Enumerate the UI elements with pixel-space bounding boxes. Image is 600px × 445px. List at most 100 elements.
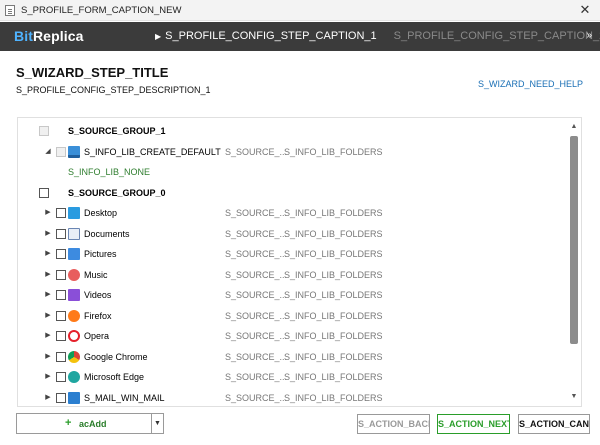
item-checkbox[interactable] — [56, 372, 66, 382]
form-icon — [5, 5, 15, 16]
item-source: S_SOURCE_... — [225, 372, 288, 382]
step-description: S_PROFILE_CONFIG_STEP_DESCRIPTION_1 — [16, 85, 211, 95]
tree-row[interactable]: S_INFO_LIB_NONE — [18, 162, 566, 182]
add-button-label: acAdd — [79, 419, 107, 429]
item-label: Music — [84, 269, 108, 280]
close-icon[interactable]: ✕ — [577, 2, 593, 18]
tree-row[interactable]: ▶ Opera S_SOURCE_... S_INFO_LIB_FOLDERS — [18, 326, 566, 346]
item-label: Google Chrome — [84, 351, 148, 362]
item-checkbox[interactable] — [56, 290, 66, 300]
expander-open-icon[interactable]: ◢ — [43, 146, 53, 158]
videos-icon — [68, 289, 80, 301]
step-title: S_WIZARD_STEP_TITLE — [16, 65, 169, 80]
expander-icon[interactable]: ▶ — [43, 269, 53, 281]
need-help-link[interactable]: S_WIZARD_NEED_HELP — [478, 79, 583, 89]
step-caption-1[interactable]: S_PROFILE_CONFIG_STEP_CAPTION_1 — [165, 30, 377, 42]
chrome-icon — [68, 350, 80, 363]
group-checkbox[interactable] — [39, 126, 49, 136]
step-caption-2[interactable]: S_PROFILE_CONFIG_STEP_CAPTION_2 — [394, 30, 600, 42]
info-note: S_INFO_LIB_NONE — [68, 167, 151, 177]
item-source: S_SOURCE_... — [225, 269, 288, 280]
item-checkbox[interactable] — [56, 331, 66, 341]
tree-scrollbar[interactable]: ▲ ▼ — [567, 118, 581, 406]
opera-icon — [68, 330, 80, 342]
expander-icon[interactable]: ▶ — [43, 351, 53, 363]
item-label: Desktop — [84, 208, 118, 218]
scroll-down-icon[interactable]: ▼ — [567, 390, 581, 404]
more-steps-icon[interactable]: » — [586, 30, 592, 41]
tree-row[interactable]: ▶ Music S_SOURCE_... S_INFO_LIB_FOLDERS — [18, 265, 566, 285]
tree-row[interactable]: ▶ Documents S_SOURCE_... S_INFO_LIB_FOLDERS — [18, 224, 566, 244]
brand-logo: BitReplica — [14, 28, 84, 44]
tree-row[interactable]: S_SOURCE_GROUP_0 — [18, 183, 566, 203]
edge-icon — [68, 371, 80, 383]
monitor-icon — [68, 145, 80, 158]
item-label: Pictures — [84, 249, 117, 259]
item-label: Microsoft Edge — [84, 372, 145, 382]
item-label: Documents — [84, 228, 130, 239]
add-dropdown-toggle[interactable]: ▼ — [151, 413, 164, 434]
wizard-steps: ▶ S_PROFILE_CONFIG_STEP_CAPTION_1 S_PROFIL… — [155, 30, 600, 42]
expander-icon[interactable]: ▶ — [43, 310, 53, 322]
tree-row[interactable]: ◢ S_INFO_LIB_CREATE_DEFAULT S_SOURCE_... S_… — [18, 142, 566, 162]
window-title: S_PROFILE_FORM_CAPTION_NEW — [21, 5, 182, 16]
music-icon — [68, 268, 80, 281]
pictures-icon — [68, 248, 80, 260]
item-source: S_SOURCE_... — [225, 290, 288, 300]
item-folders: S_INFO_LIB_FOLDERS — [284, 228, 383, 239]
expander-icon[interactable]: ▶ — [43, 330, 53, 342]
item-source: S_SOURCE_... — [225, 392, 288, 403]
next-button[interactable]: S_ACTION_NEXT — [437, 414, 510, 434]
back-button[interactable]: S_ACTION_BACK — [357, 414, 430, 434]
group-label: S_SOURCE_GROUP_0 — [68, 187, 166, 198]
item-checkbox[interactable] — [56, 310, 66, 321]
expander-icon[interactable]: ▶ — [43, 392, 53, 404]
item-label: Firefox — [84, 310, 112, 321]
item-folders: S_INFO_LIB_FOLDERS — [284, 249, 383, 259]
item-source: S_SOURCE_... — [225, 208, 288, 218]
item-checkbox[interactable] — [56, 208, 66, 218]
add-button[interactable]: + acAdd — [16, 413, 152, 434]
tree-row[interactable]: ▶ Desktop S_SOURCE_... S_INFO_LIB_FOLDERS — [18, 203, 566, 223]
tree-row[interactable]: ▲S_SOURCE_GROUP_1 — [18, 121, 566, 141]
item-folders: S_INFO_LIB_FOLDERS — [284, 310, 383, 321]
item-source: S_SOURCE_... — [225, 351, 288, 362]
scroll-up-icon[interactable]: ▲ — [567, 120, 581, 134]
expander-icon[interactable]: ▶ — [43, 228, 53, 240]
item-folders: S_INFO_LIB_FOLDERS — [284, 290, 383, 300]
cancel-button[interactable]: S_ACTION_CANCEL — [518, 414, 590, 434]
tree-row[interactable]: ▶ Pictures S_SOURCE_... S_INFO_LIB_FOLDERS — [18, 244, 566, 264]
item-folders: S_INFO_LIB_FOLDERS — [284, 372, 383, 382]
expander-icon[interactable]: ▶ — [43, 371, 53, 383]
item-checkbox[interactable] — [56, 228, 66, 239]
tree-row[interactable]: ▶ Videos S_SOURCE_... S_INFO_LIB_FOLDERS — [18, 285, 566, 305]
item-source: S_SOURCE_... — [225, 331, 288, 341]
desktop-folder-icon — [68, 207, 80, 219]
item-checkbox[interactable] — [56, 392, 66, 403]
item-label: S_MAIL_WIN_MAIL — [84, 392, 165, 403]
group-checkbox[interactable] — [39, 187, 49, 198]
source-tree: ▲S_SOURCE_GROUP_1◢S_INFO_LIB_CREATE_DEFA… — [17, 117, 582, 407]
firefox-icon — [68, 309, 80, 322]
group-label: S_SOURCE_GROUP_1 — [68, 126, 166, 136]
tree-row[interactable]: ▶ Microsoft Edge S_SOURCE_... S_INFO_LIB_FO… — [18, 367, 566, 387]
item-folders: S_INFO_LIB_FOLDERS — [284, 269, 383, 280]
window-titlebar: S_PROFILE_FORM_CAPTION_NEW ✕ — [0, 0, 600, 21]
plus-icon: + — [65, 417, 72, 429]
item-source: S_SOURCE_... — [225, 228, 288, 239]
expander-icon[interactable]: ▶ — [43, 207, 53, 219]
item-folders: S_INFO_LIB_FOLDERS — [284, 208, 383, 218]
item-checkbox[interactable] — [56, 351, 66, 362]
documents-icon — [68, 227, 80, 240]
scroll-thumb[interactable] — [570, 136, 578, 344]
tree-row[interactable]: ▶ Google Chrome S_SOURCE_... S_INFO_LIB_FOL… — [18, 347, 566, 367]
item-source: S_SOURCE_... — [225, 146, 288, 157]
item-folders: S_INFO_LIB_FOLDERS — [284, 392, 383, 403]
item-checkbox[interactable] — [56, 249, 66, 259]
tree-row[interactable]: ▶ S_MAIL_WIN_MAIL S_SOURCE_... S_INFO_LIB_F… — [18, 388, 566, 407]
item-checkbox[interactable] — [56, 269, 66, 280]
item-checkbox[interactable] — [56, 146, 66, 157]
expander-icon[interactable]: ▶ — [43, 289, 53, 301]
tree-row[interactable]: ▶ Firefox S_SOURCE_... S_INFO_LIB_FOLDERS — [18, 306, 566, 326]
expander-icon[interactable]: ▶ — [43, 248, 53, 260]
